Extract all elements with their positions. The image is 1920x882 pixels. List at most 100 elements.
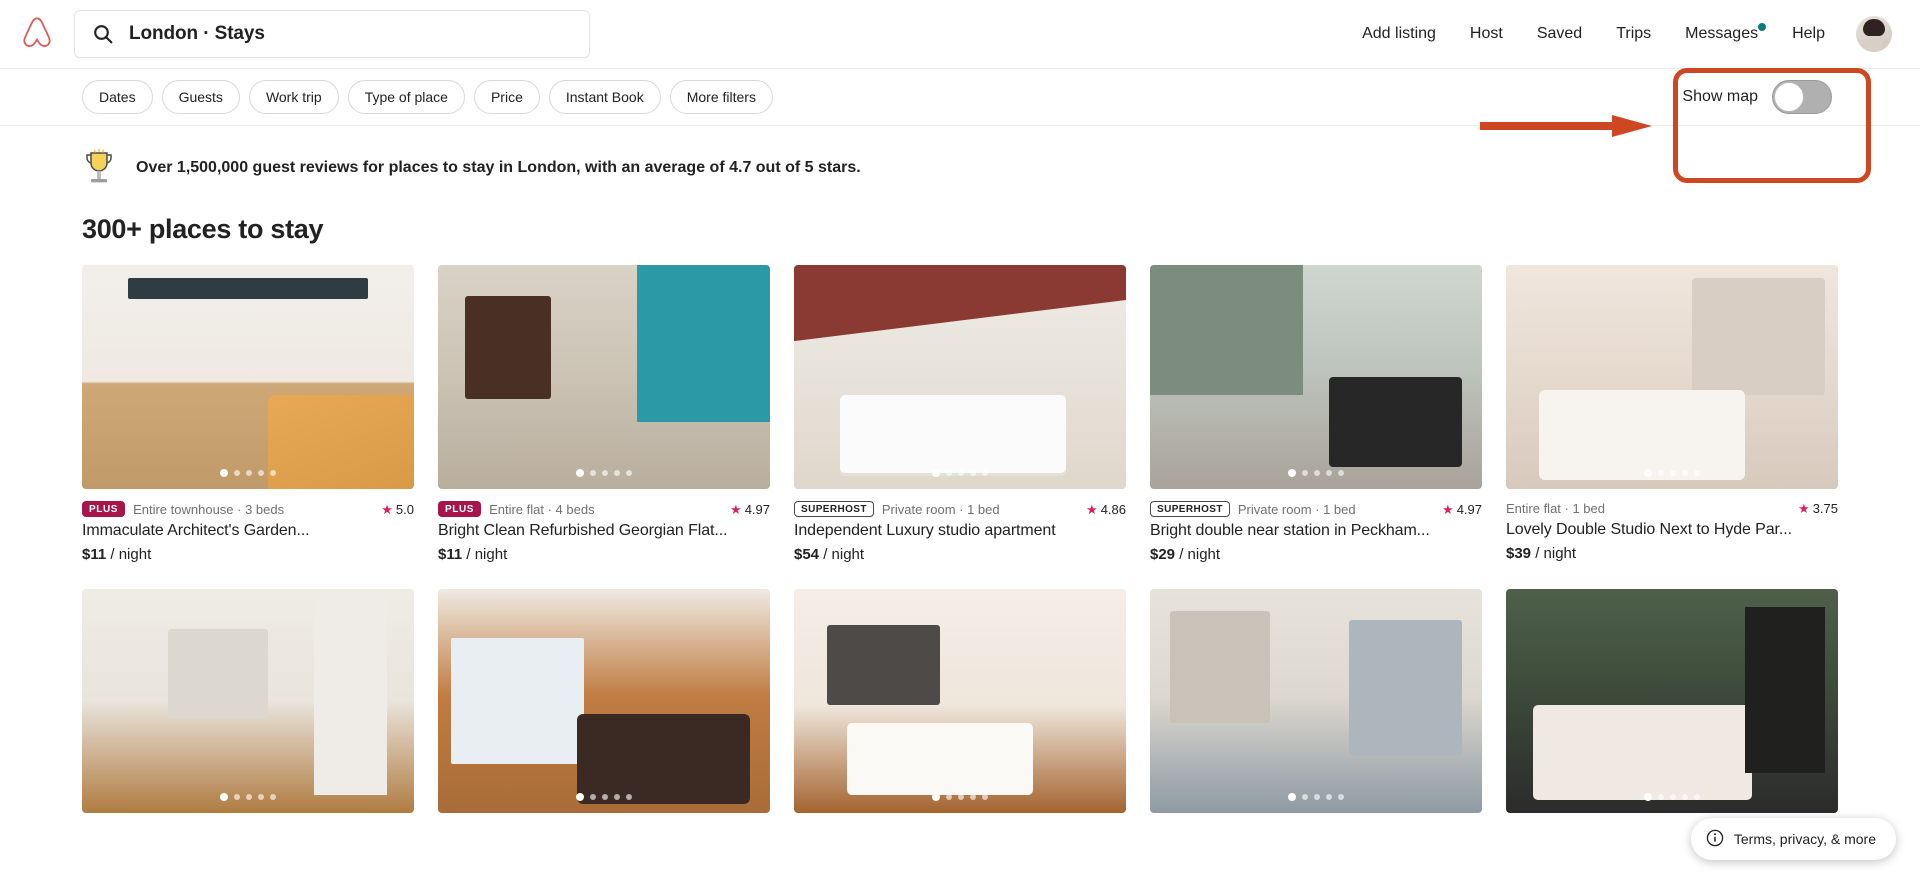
listing-photo[interactable] [82,265,414,489]
carousel-dot[interactable] [958,794,964,800]
listing-title[interactable]: Lovely Double Studio Next to Hyde Par... [1506,521,1838,539]
listing-title[interactable]: Immaculate Architect's Garden... [82,522,414,540]
carousel-dot[interactable] [970,470,976,476]
carousel-dot[interactable] [1302,794,1308,800]
carousel-dot[interactable] [602,470,608,476]
listing-title[interactable]: Independent Luxury studio apartment [794,522,1126,540]
carousel-dot[interactable] [958,470,964,476]
listing-photo[interactable] [1150,265,1482,489]
listing-card[interactable] [438,589,770,813]
filter-pill-more-filters[interactable]: More filters [669,80,773,114]
listing-photo[interactable] [794,265,1126,489]
carousel-dot[interactable] [626,794,632,800]
carousel-dot[interactable] [270,794,276,800]
carousel-dot[interactable] [1644,469,1652,477]
carousel-dot[interactable] [1302,470,1308,476]
nav-messages[interactable]: Messages [1668,17,1775,51]
photo-carousel-dots[interactable] [1288,469,1344,477]
carousel-dot[interactable] [1682,470,1688,476]
listing-card[interactable] [1506,589,1838,813]
listing-card[interactable]: SUPERHOST Private room · 1 bed ★ 4.97 Bright… [1150,265,1482,563]
photo-carousel-dots[interactable] [576,469,632,477]
search-input[interactable]: London · Stays [74,10,590,58]
photo-carousel-dots[interactable] [576,793,632,801]
carousel-dot[interactable] [1326,470,1332,476]
nav-host[interactable]: Host [1453,17,1520,51]
photo-carousel-dots[interactable] [220,469,276,477]
nav-help[interactable]: Help [1775,17,1842,51]
carousel-dot[interactable] [1314,470,1320,476]
listing-photo[interactable] [438,589,770,813]
carousel-dot[interactable] [932,469,940,477]
listing-photo[interactable] [1150,589,1482,813]
filter-pill-guests[interactable]: Guests [161,80,240,114]
filter-pill-instant-book[interactable]: Instant Book [548,80,661,114]
carousel-dot[interactable] [1338,794,1344,800]
carousel-dot[interactable] [576,793,584,801]
carousel-dot[interactable] [982,470,988,476]
listing-card[interactable]: SUPERHOST Private room · 1 bed ★ 4.86 Indepe… [794,265,1126,563]
carousel-dot[interactable] [1326,794,1332,800]
listing-photo[interactable] [1506,589,1838,813]
photo-carousel-dots[interactable] [1644,469,1700,477]
listing-photo[interactable] [438,265,770,489]
terms-privacy-button[interactable]: Terms, privacy, & more [1690,818,1896,860]
photo-carousel-dots[interactable] [1644,793,1700,801]
carousel-dot[interactable] [602,794,608,800]
carousel-dot[interactable] [1288,469,1296,477]
carousel-dot[interactable] [590,794,596,800]
carousel-dot[interactable] [1694,794,1700,800]
carousel-dot[interactable] [982,794,988,800]
filter-pill-price[interactable]: Price [473,80,540,114]
carousel-dot[interactable] [246,470,252,476]
carousel-dot[interactable] [626,470,632,476]
carousel-dot[interactable] [1694,470,1700,476]
carousel-dot[interactable] [946,794,952,800]
carousel-dot[interactable] [1338,470,1344,476]
carousel-dot[interactable] [220,469,228,477]
listing-photo[interactable] [82,589,414,813]
filter-pill-type-of-place[interactable]: Type of place [347,80,465,114]
listing-title[interactable]: Bright Clean Refurbished Georgian Flat..… [438,522,770,540]
listing-card[interactable] [1150,589,1482,813]
listing-card[interactable] [794,589,1126,813]
carousel-dot[interactable] [614,470,620,476]
photo-carousel-dots[interactable] [220,793,276,801]
listing-card[interactable]: Entire flat · 1 bed ★ 3.75 Lovely Double St… [1506,265,1838,563]
carousel-dot[interactable] [1670,794,1676,800]
carousel-dot[interactable] [970,794,976,800]
carousel-dot[interactable] [932,793,940,801]
avatar[interactable] [1856,16,1892,52]
carousel-dot[interactable] [1288,793,1296,801]
carousel-dot[interactable] [1658,470,1664,476]
photo-carousel-dots[interactable] [932,469,988,477]
carousel-dot[interactable] [576,469,584,477]
carousel-dot[interactable] [1314,794,1320,800]
listing-photo[interactable] [794,589,1126,813]
filter-pill-work-trip[interactable]: Work trip [248,80,339,114]
filter-pill-dates[interactable]: Dates [82,80,153,114]
carousel-dot[interactable] [258,794,264,800]
listing-photo[interactable] [1506,265,1838,489]
show-map-toggle[interactable] [1772,80,1832,114]
carousel-dot[interactable] [1658,794,1664,800]
listing-title[interactable]: Bright double near station in Peckham... [1150,522,1482,540]
nav-trips[interactable]: Trips [1599,17,1668,51]
carousel-dot[interactable] [1670,470,1676,476]
carousel-dot[interactable] [946,470,952,476]
carousel-dot[interactable] [258,470,264,476]
carousel-dot[interactable] [1644,793,1652,801]
carousel-dot[interactable] [234,470,240,476]
carousel-dot[interactable] [234,794,240,800]
carousel-dot[interactable] [614,794,620,800]
airbnb-belo-logo-icon[interactable] [14,11,60,57]
carousel-dot[interactable] [590,470,596,476]
listing-card[interactable] [82,589,414,813]
carousel-dot[interactable] [246,794,252,800]
photo-carousel-dots[interactable] [932,793,988,801]
carousel-dot[interactable] [270,470,276,476]
nav-saved[interactable]: Saved [1520,17,1599,51]
listing-card[interactable]: PLUS Entire townhouse · 3 beds ★ 5.0 Immacul… [82,265,414,563]
listing-card[interactable]: PLUS Entire flat · 4 beds ★ 4.97 Bright Clea… [438,265,770,563]
photo-carousel-dots[interactable] [1288,793,1344,801]
